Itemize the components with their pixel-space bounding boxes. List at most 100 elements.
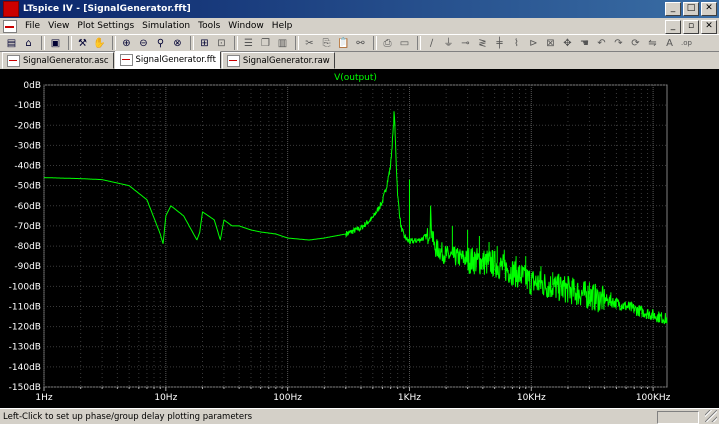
zoom-in-icon[interactable]: ⊕ — [119, 36, 134, 51]
ltspice-app-icon — [3, 1, 19, 17]
menu-simulation[interactable]: Simulation — [138, 21, 194, 31]
menu-window[interactable]: Window — [224, 21, 268, 31]
component-icon[interactable]: ⊠ — [543, 36, 558, 51]
waveform-plot-pane[interactable]: 0dB -10dB -20dB -30dB -40dB -50dB -60dB -70dB -8… — [0, 69, 719, 408]
waveform-icon — [226, 54, 240, 67]
doc-minimize-button[interactable]: _ — [665, 20, 681, 34]
y-tick-label: -90dB — [14, 262, 41, 272]
ground-icon[interactable]: ⏚ — [441, 36, 456, 51]
rotate-icon[interactable]: ⟳ — [628, 36, 643, 51]
tab-fft[interactable]: SignalGenerator.fft — [114, 51, 221, 69]
print-icon[interactable]: ⎙ — [380, 36, 395, 51]
save-icon[interactable]: ▣ — [48, 36, 63, 51]
plot-frame — [43, 84, 668, 388]
tab-bar: SignalGenerator.asc SignalGenerator.fft … — [0, 51, 719, 69]
tab-schematic[interactable]: SignalGenerator.asc — [2, 52, 114, 69]
tab-label: SignalGenerator.raw — [242, 55, 330, 66]
y-tick-label: -70dB — [14, 222, 41, 232]
label-icon[interactable]: ⊸ — [458, 36, 473, 51]
y-tick-label: -100dB — [9, 282, 41, 292]
cut-icon[interactable]: ✂ — [302, 36, 317, 51]
find-icon[interactable]: ⚯ — [353, 36, 368, 51]
y-tick-label: -150dB — [9, 383, 41, 393]
window-controls: _ □ ✕ — [665, 2, 717, 16]
x-tick-label: 10KHz — [517, 393, 546, 403]
print-preview-icon[interactable]: ▭ — [397, 36, 412, 51]
copy-icon[interactable]: ⎘ — [319, 36, 334, 51]
y-tick-label: -120dB — [9, 323, 41, 333]
status-panel — [657, 411, 699, 424]
toolbar-separator — [295, 36, 299, 50]
y-tick-label: -80dB — [14, 242, 41, 252]
toolbar-separator — [373, 36, 377, 50]
title-bar: LTspice IV - [SignalGenerator.fft] _ □ ✕ — [0, 0, 719, 18]
hand-icon[interactable]: ✋ — [92, 36, 107, 51]
toolbar-separator — [234, 36, 238, 50]
status-text: Left-Click to set up phase/group delay p… — [3, 411, 253, 422]
undo-icon[interactable]: ↶ — [594, 36, 609, 51]
fft-chart[interactable]: 0dB -10dB -20dB -30dB -40dB -50dB -60dB -70dB -8… — [0, 69, 719, 408]
spice-directive-icon[interactable]: .op — [679, 36, 694, 51]
trace-v-output — [44, 111, 668, 325]
menu-tools[interactable]: Tools — [194, 21, 224, 31]
drag-icon[interactable]: ☚ — [577, 36, 592, 51]
autorange-icon[interactable]: ⊞ — [197, 36, 212, 51]
control-panel-icon[interactable]: ⚒ — [75, 36, 90, 51]
y-tick-label: -10dB — [14, 101, 41, 111]
x-tick-label: 10Hz — [154, 393, 177, 403]
open-icon[interactable]: ⌂ — [21, 36, 36, 51]
diode-icon[interactable]: ⊳ — [526, 36, 541, 51]
doc-close-button[interactable]: ✕ — [701, 20, 717, 34]
maximize-button[interactable]: □ — [683, 2, 699, 16]
tab-label: SignalGenerator.fft — [135, 55, 216, 65]
document-window-controls: _ ▫ ✕ — [665, 20, 717, 34]
tab-label: SignalGenerator.asc — [23, 55, 109, 66]
y-tick-label: -20dB — [14, 121, 41, 131]
cascade-icon[interactable]: ❐ — [258, 36, 273, 51]
resize-grip[interactable] — [705, 410, 717, 422]
menu-plot-settings[interactable]: Plot Settings — [73, 21, 138, 31]
resistor-icon[interactable]: ≷ — [475, 36, 490, 51]
text-icon[interactable]: A — [662, 36, 677, 51]
toolbar-separator — [68, 36, 72, 50]
x-tick-label: 1Hz — [35, 393, 52, 403]
tile-vertical-icon[interactable]: ▥ — [275, 36, 290, 51]
new-schematic-icon[interactable]: ▤ — [4, 36, 19, 51]
y-tick-label: -50dB — [14, 182, 41, 192]
y-tick-label: -60dB — [14, 202, 41, 212]
close-button[interactable]: ✕ — [701, 2, 717, 16]
y-tick-label: 0dB — [23, 81, 41, 91]
move-icon[interactable]: ✥ — [560, 36, 575, 51]
fit-icon[interactable]: ⊡ — [214, 36, 229, 51]
y-tick-label: -30dB — [14, 141, 41, 151]
toolbar-separator — [417, 36, 421, 50]
menu-view[interactable]: View — [44, 21, 73, 31]
tile-horizontal-icon[interactable]: ☰ — [241, 36, 256, 51]
doc-restore-button[interactable]: ▫ — [683, 20, 699, 34]
paste-icon[interactable]: 📋 — [336, 36, 351, 51]
toolbar-separator — [190, 36, 194, 50]
redo-icon[interactable]: ↷ — [611, 36, 626, 51]
waveform-icon — [119, 54, 133, 66]
x-tick-label: 1KHz — [398, 393, 421, 403]
inductor-icon[interactable]: ⌇ — [509, 36, 524, 51]
wire-icon[interactable]: ∕ — [424, 36, 439, 51]
menu-bar: File View Plot Settings Simulation Tools… — [0, 18, 719, 34]
x-tick-label: 100KHz — [636, 393, 671, 403]
y-tick-label: -140dB — [9, 363, 41, 373]
menu-help[interactable]: Help — [268, 21, 297, 31]
zoom-icon[interactable]: ⚲ — [153, 36, 168, 51]
toolbar-separator — [41, 36, 45, 50]
menu-file[interactable]: File — [21, 21, 44, 31]
mirror-icon[interactable]: ⇋ — [645, 36, 660, 51]
zoom-cancel-icon[interactable]: ⊗ — [170, 36, 185, 51]
window-title: LTspice IV - [SignalGenerator.fft] — [23, 4, 191, 14]
capacitor-icon[interactable]: ╪ — [492, 36, 507, 51]
schematic-icon — [7, 54, 20, 67]
minimize-button[interactable]: _ — [665, 2, 681, 16]
document-icon[interactable] — [3, 19, 17, 33]
tab-raw[interactable]: SignalGenerator.raw — [221, 52, 335, 69]
y-tick-label: -40dB — [14, 162, 41, 172]
zoom-out-icon[interactable]: ⊖ — [136, 36, 151, 51]
status-bar: Left-Click to set up phase/group delay p… — [0, 408, 719, 424]
